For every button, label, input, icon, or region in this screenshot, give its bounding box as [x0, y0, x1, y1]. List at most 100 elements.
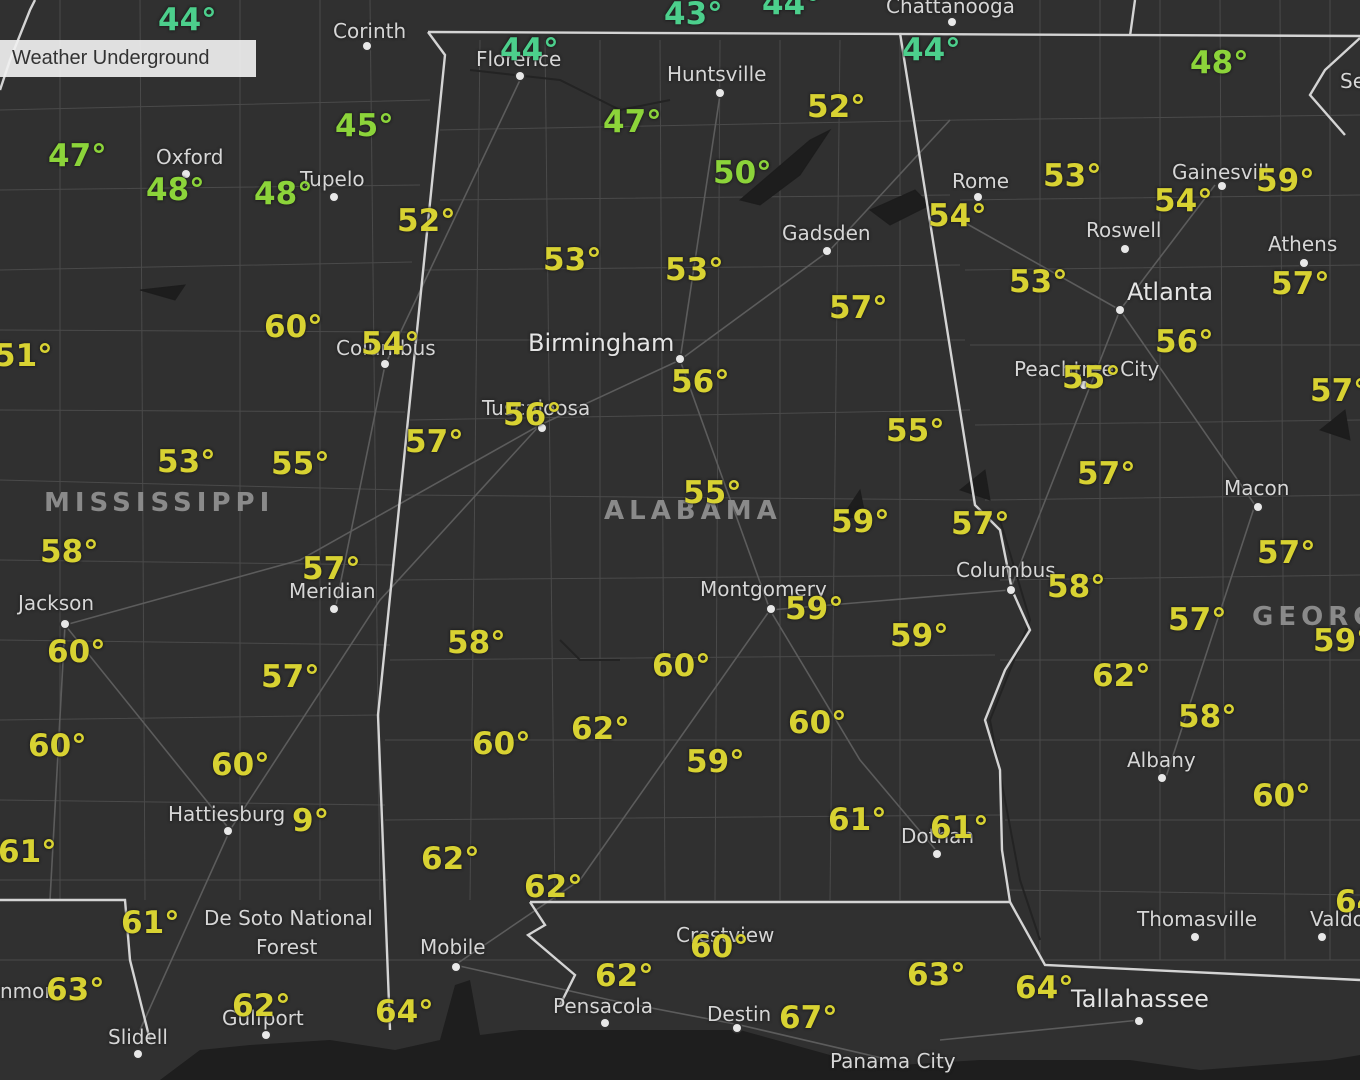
temperature-label: 48° [146, 172, 205, 208]
city-dot [330, 605, 338, 613]
temperature-label: 54° [361, 326, 420, 362]
city-dot [933, 850, 941, 858]
city-label: Panama City [830, 1049, 956, 1073]
city-label: Chattanooga [886, 0, 1015, 18]
temperature-label: 62° [1092, 658, 1151, 694]
city-label: Oxford [156, 145, 224, 169]
city-label: Pensacola [553, 994, 654, 1018]
temperature-label: 56° [671, 364, 730, 400]
city-dot [363, 42, 371, 50]
temperature-label: 62° [421, 841, 480, 877]
temperature-label: 53° [543, 242, 602, 278]
temperature-label: 57° [1310, 373, 1360, 409]
temperature-label: 67° [779, 1000, 838, 1036]
temperature-label: 57° [302, 551, 361, 587]
city-dot [516, 72, 524, 80]
temperature-label: 62° [595, 958, 654, 994]
temperature-label: 57° [951, 506, 1010, 542]
temperature-label: 50° [713, 155, 772, 191]
city-label: Albany [1127, 748, 1196, 772]
city-label: Se [1340, 69, 1360, 93]
temperature-label: 48° [254, 176, 313, 212]
temperature-label: 60° [47, 634, 106, 670]
city-label: Huntsville [667, 62, 767, 86]
temperature-label: 43° [664, 0, 723, 32]
temperature-label: 59° [831, 504, 890, 540]
temperature-label: 62° [524, 869, 583, 905]
city-dot [330, 193, 338, 201]
temperature-label: 57° [261, 659, 320, 695]
temperature-label: 64° [375, 994, 434, 1030]
city-label: Macon [1224, 476, 1290, 500]
city-label: De Soto National [204, 906, 373, 930]
temperature-label: 59° [890, 618, 949, 654]
temperature-label: 54° [928, 198, 987, 234]
temperature-label: 57° [1257, 535, 1316, 571]
temperature-label: 45° [335, 108, 394, 144]
city-dot [1318, 933, 1326, 941]
temperature-label: 60° [211, 747, 270, 783]
temperature-label: 47° [603, 104, 662, 140]
temperature-label: 61° [930, 810, 989, 846]
weather-map[interactable]: Weather Underground MISSISSIPPI ALABAMA … [0, 0, 1360, 1080]
city-label: Mobile [420, 935, 486, 959]
temperature-label: 55° [886, 413, 945, 449]
temperature-label: 57° [1271, 266, 1330, 302]
temperature-label: 51° [0, 338, 53, 374]
temperature-label: 60° [264, 309, 323, 345]
city-label: Roswell [1086, 218, 1162, 242]
temperature-label: 59° [785, 591, 844, 627]
temperature-label: 57° [405, 424, 464, 460]
temperature-label: 60° [690, 929, 749, 965]
temperature-label: 44° [500, 32, 559, 68]
temperature-label: 61° [0, 834, 57, 870]
city-label: Thomasville [1137, 907, 1258, 931]
city-dot [1254, 503, 1262, 511]
temperature-label: 60° [652, 648, 711, 684]
city-label: Jackson [18, 591, 95, 615]
city-dot [1158, 774, 1166, 782]
temperature-label: 57° [1077, 456, 1136, 492]
city-dot [1007, 586, 1015, 594]
temperature-label: 62° [571, 711, 630, 747]
temperature-label: 9° [292, 803, 330, 839]
temperature-label: 48° [1190, 45, 1249, 81]
temperature-label: 58° [1178, 699, 1237, 735]
city-dot [767, 605, 775, 613]
city-dot [1191, 933, 1199, 941]
city-label: Destin [707, 1002, 772, 1026]
city-dot [676, 355, 684, 363]
temperature-label: 63° [46, 972, 105, 1008]
temperature-label: 53° [157, 444, 216, 480]
attribution-label[interactable]: Weather Underground [0, 40, 256, 77]
city-label: Birmingham [528, 329, 675, 357]
city-label: Gainesvill [1172, 160, 1270, 184]
temperature-label: 44° [158, 2, 217, 38]
temperature-label: 62° [232, 988, 291, 1024]
temperature-label: 55° [1062, 360, 1121, 396]
city-label: Tallahassee [1071, 985, 1209, 1013]
temperature-label: 56° [503, 397, 562, 433]
temperature-label: 56° [1155, 324, 1214, 360]
temperature-label: 57° [829, 290, 888, 326]
city-dot [224, 827, 232, 835]
temperature-label: 64° [1015, 970, 1074, 1006]
temperature-label: 60° [28, 728, 87, 764]
city-dot [823, 247, 831, 255]
city-label: Gadsden [782, 221, 871, 245]
temperature-label: 52° [807, 89, 866, 125]
state-label-mississippi: MISSISSIPPI [44, 488, 275, 518]
city-label: Slidell [108, 1025, 168, 1049]
city-dot [601, 1019, 609, 1027]
temperature-label: 47° [48, 138, 107, 174]
city-label: Forest [256, 935, 318, 959]
temperature-label: 52° [397, 203, 456, 239]
temperature-label: 58° [40, 534, 99, 570]
city-dot [262, 1031, 270, 1039]
temperature-label: 54° [1154, 183, 1213, 219]
city-label: nmor [0, 979, 53, 1003]
temperature-label: 57° [1168, 602, 1227, 638]
city-dot [1135, 1017, 1143, 1025]
temperature-label: 53° [665, 252, 724, 288]
temperature-label: 60° [788, 705, 847, 741]
